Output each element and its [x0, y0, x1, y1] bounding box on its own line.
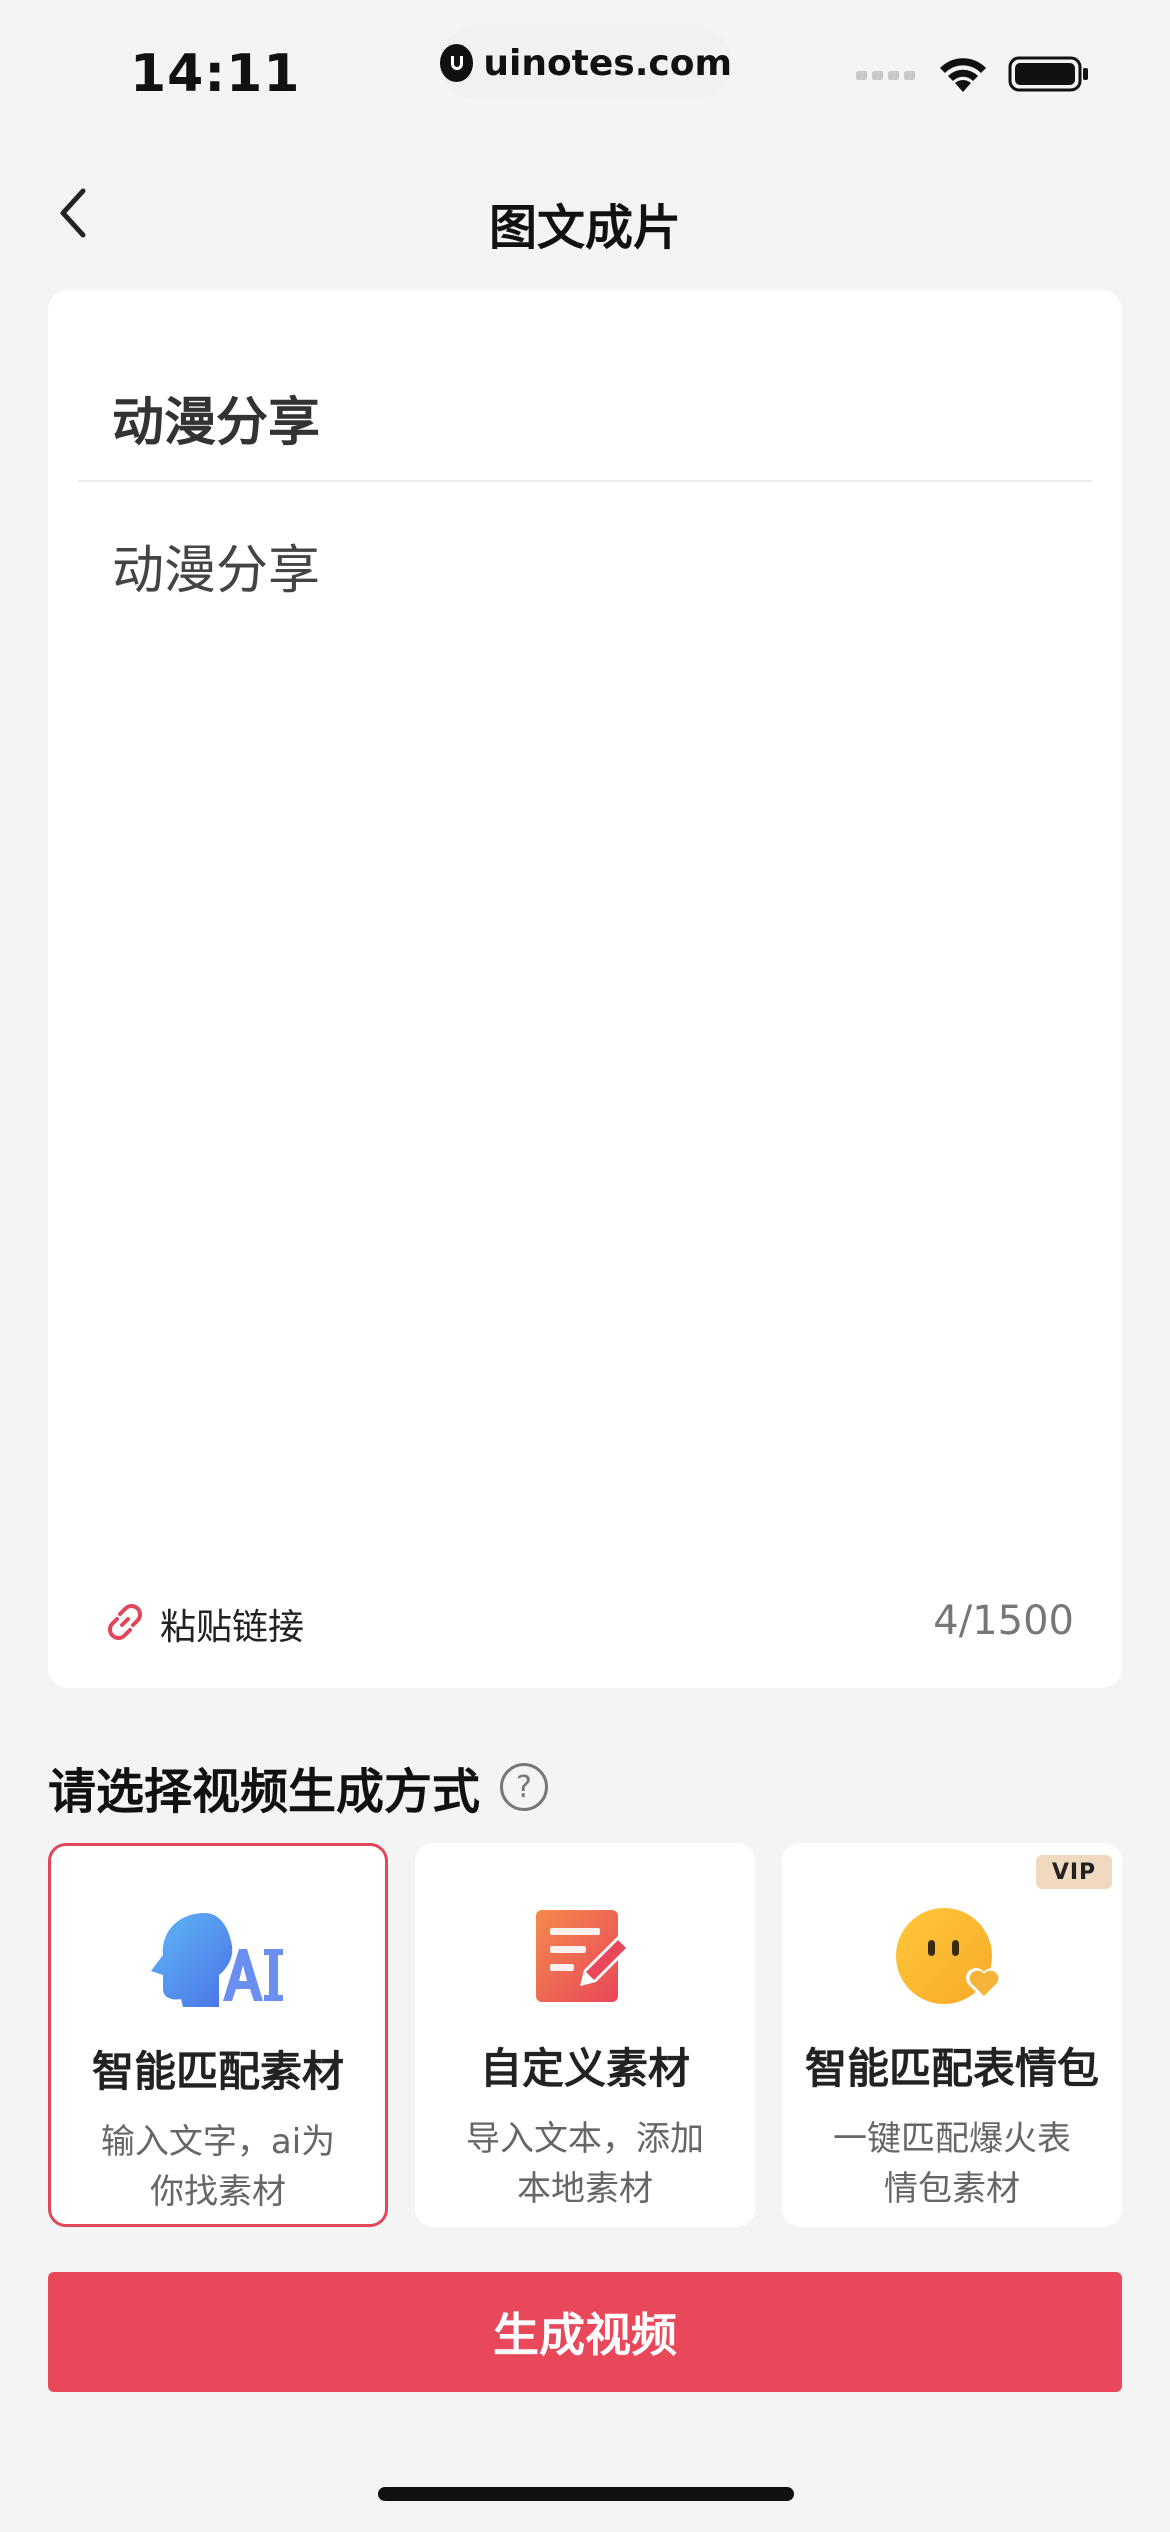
status-time: 14:11	[130, 44, 301, 104]
wifi-icon	[936, 54, 990, 98]
option-custom-material[interactable]: 自定义素材 导入文本，添加本地素材	[415, 1843, 755, 2227]
divider	[78, 480, 1092, 482]
option-title: 自定义素材	[479, 2044, 690, 2093]
generate-video-button[interactable]: 生成视频	[48, 2272, 1122, 2392]
option-smart-match[interactable]: 智能匹配素材 输入文字，ai为你找素材	[48, 1843, 388, 2227]
screen: 14:11 uinotes.com 图文成片 动漫分享 动漫分享 粘贴链接 4/…	[0, 0, 1170, 2532]
char-count: 4/1500	[933, 1598, 1074, 1644]
ai-head-icon	[143, 1904, 293, 2014]
url-pill[interactable]: uinotes.com	[440, 26, 732, 100]
option-emoji-match[interactable]: VIP 智能匹配表情包 一键匹配爆火表情包素材	[782, 1843, 1122, 2227]
option-desc: 导入文本，添加本地素材	[466, 2119, 704, 2209]
nav-bar: 图文成片	[0, 160, 1170, 270]
help-icon[interactable]: ?	[500, 1763, 549, 1811]
page-title: 图文成片	[488, 200, 681, 256]
paste-link-button[interactable]: 粘贴链接	[102, 1598, 304, 1650]
status-icons	[856, 54, 1090, 98]
option-desc: 一键匹配爆火表情包素材	[833, 2119, 1071, 2209]
option-title: 智能匹配素材	[91, 2047, 344, 2096]
paste-link-label: 粘贴链接	[160, 1607, 305, 1648]
option-title: 智能匹配表情包	[804, 2044, 1099, 2093]
edit-note-icon	[510, 1901, 660, 2011]
editor-card: 动漫分享 动漫分享 粘贴链接 4/1500	[48, 290, 1122, 1688]
vip-badge: VIP	[1036, 1855, 1112, 1889]
url-text: uinotes.com	[483, 42, 732, 84]
home-indicator[interactable]	[378, 2487, 794, 2501]
section-heading: 请选择视频生成方式 ?	[48, 1752, 549, 1822]
status-bar: 14:11 uinotes.com	[0, 0, 1170, 140]
body-textarea[interactable]: 动漫分享	[112, 528, 320, 603]
signal-icon	[856, 67, 918, 86]
link-icon	[102, 1599, 148, 1649]
title-input[interactable]: 动漫分享	[112, 380, 320, 455]
emoji-heart-icon	[877, 1901, 1027, 2011]
battery-icon	[1008, 54, 1090, 98]
option-desc: 输入文字，ai为你找素材	[100, 2122, 336, 2212]
section-title: 请选择视频生成方式	[48, 1764, 481, 1820]
site-logo-icon	[440, 44, 474, 82]
